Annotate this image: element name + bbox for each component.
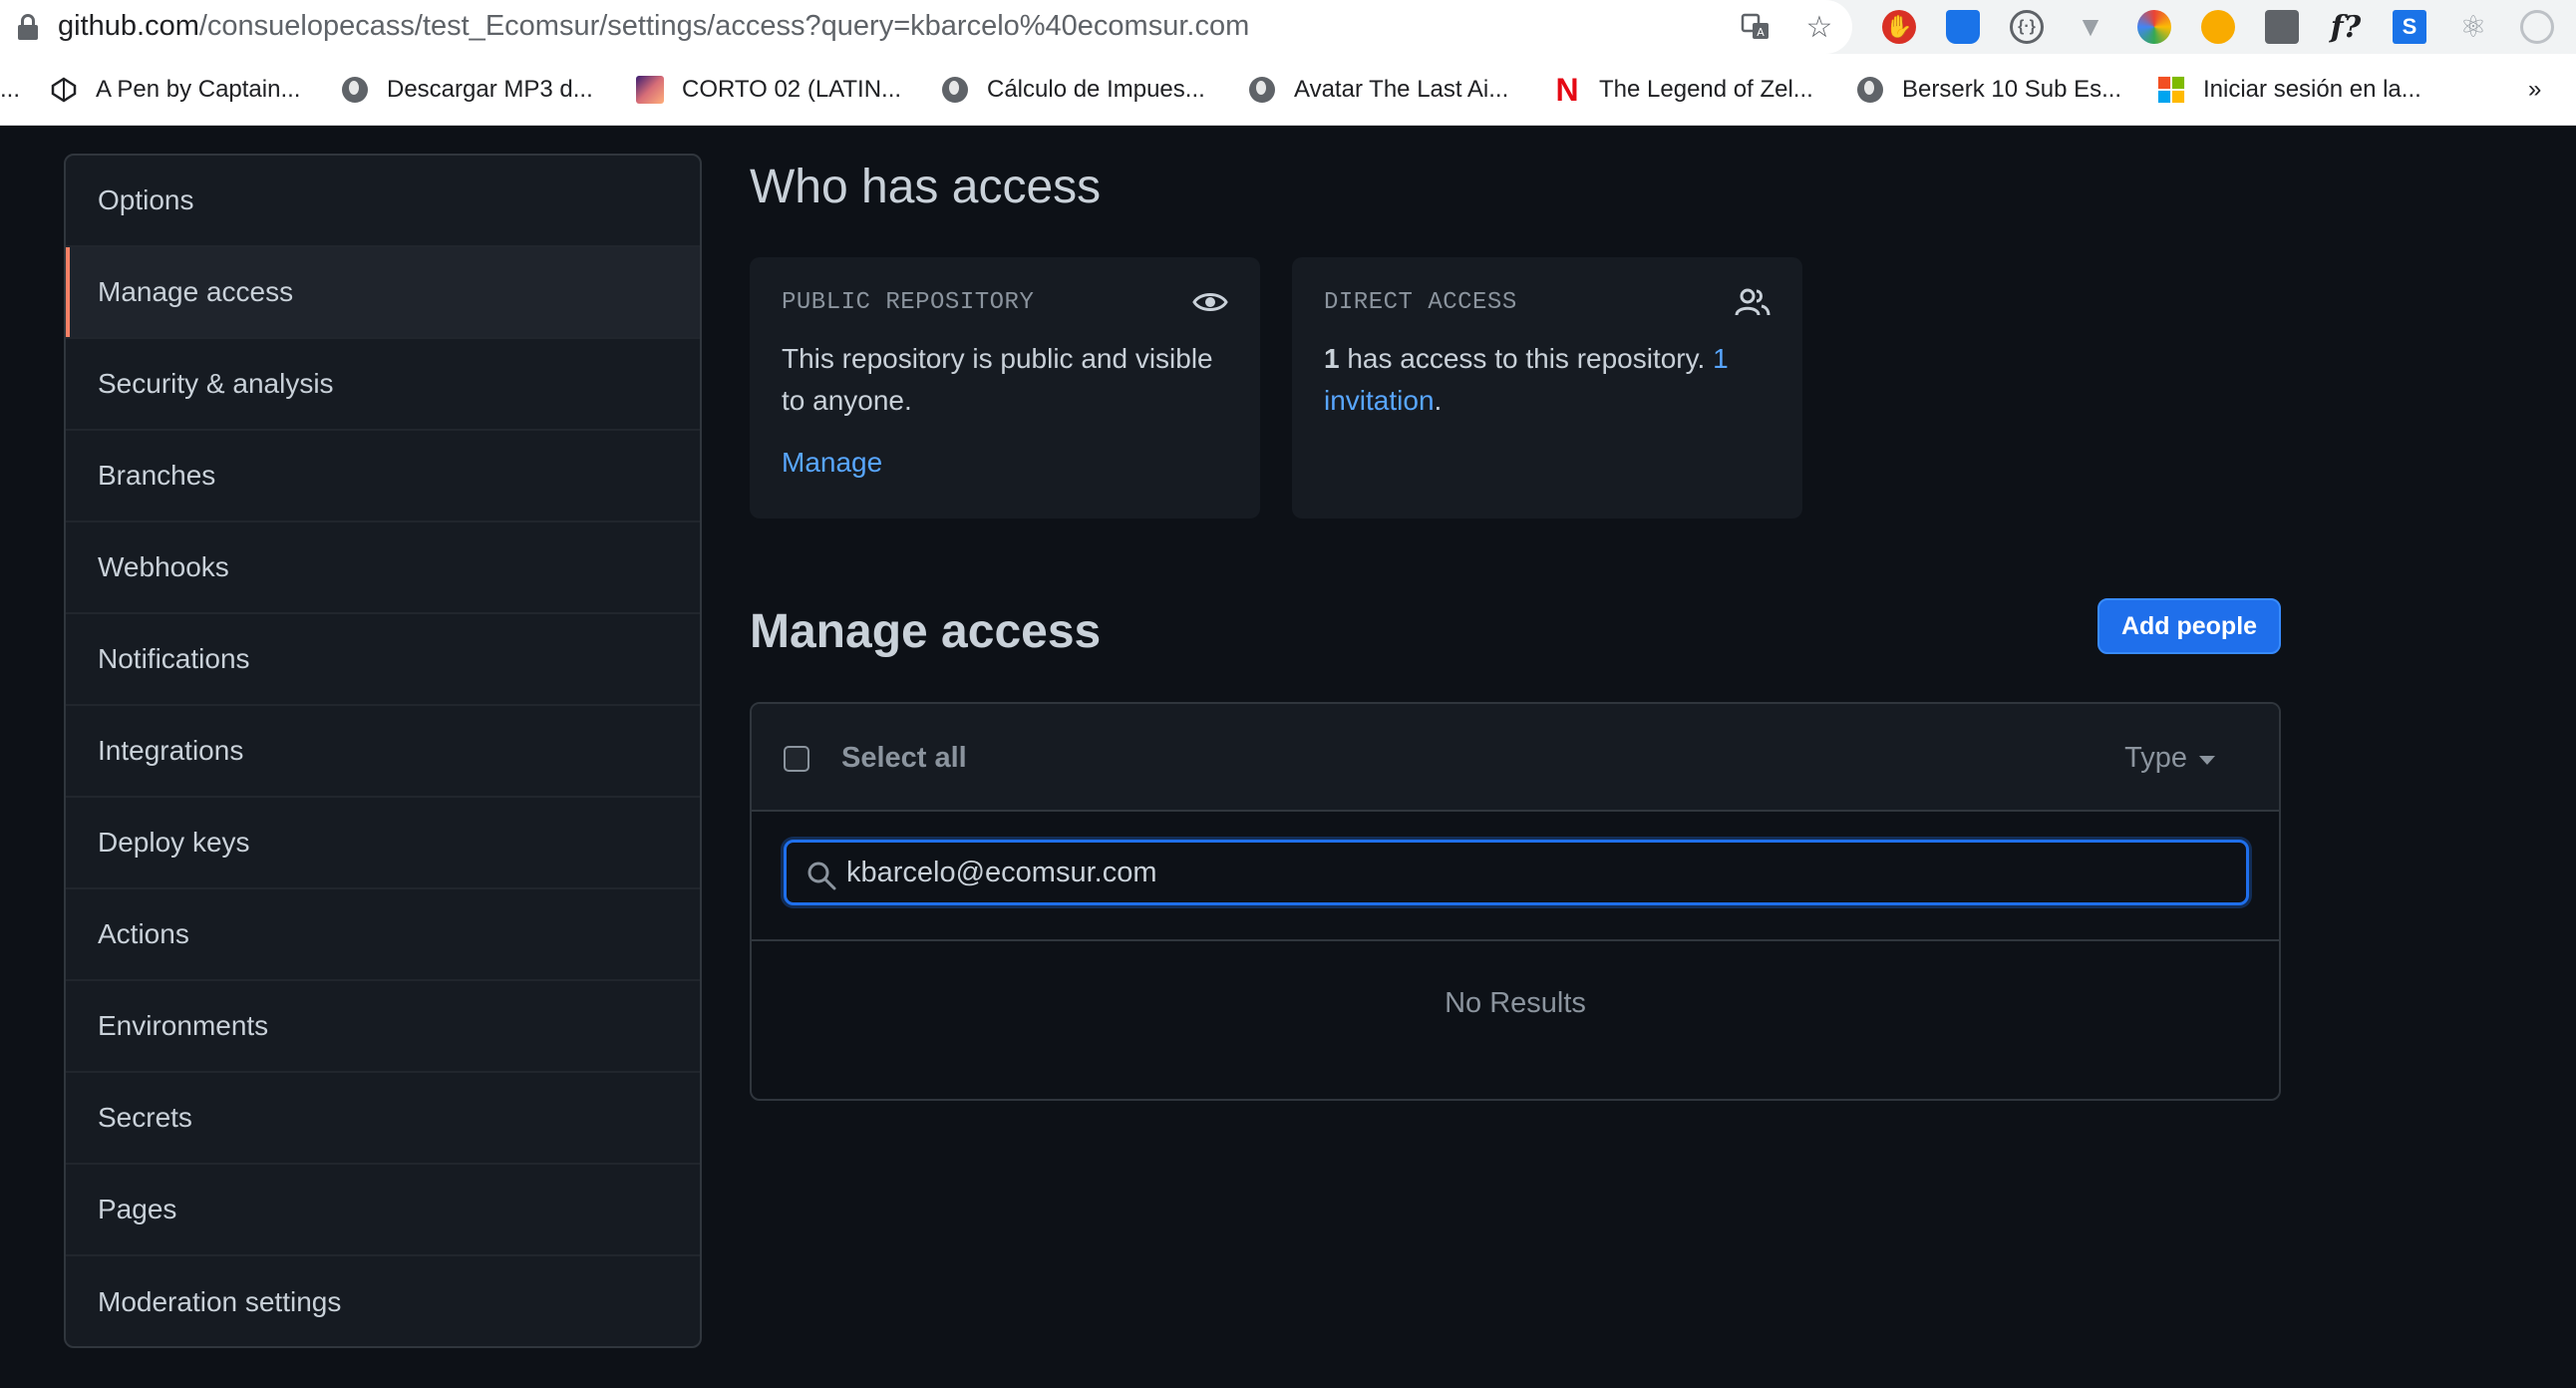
codepen-icon [50,76,78,104]
sidebar-item-label: Deploy keys [98,827,250,858]
bookmark-fragment[interactable]: ... [0,72,20,108]
sidebar-item-label: Manage access [98,276,294,307]
bookmarks-overflow-button[interactable]: » [2528,72,2541,108]
sidebar-item-label: Environments [98,1010,269,1041]
bookmarks-bar: ... A Pen by Captain... Descargar MP3 d.… [0,54,2576,126]
json-extension-icon[interactable]: {·} [2010,10,2044,44]
sidebar-item-webhooks[interactable]: Webhooks [66,522,700,614]
color-picker-extension-icon[interactable] [2137,10,2171,44]
sidebar-item-label: Pages [98,1194,177,1224]
access-list-header: Select all Type [752,704,2279,812]
netflix-icon: N [1555,71,1579,108]
settings-sidebar: Options Manage access Security & analysi… [64,154,702,1348]
sidebar-item-label: Webhooks [98,551,229,582]
bucket-extension-icon[interactable] [1946,10,1980,44]
address-bar[interactable]: github.com/consuelopecass/test_Ecomsur/s… [0,0,1852,54]
type-filter-dropdown[interactable]: Type [2124,742,2215,775]
sidebar-item-secrets[interactable]: Secrets [66,1073,700,1165]
select-all-checkbox[interactable] [784,746,809,772]
search-row [752,812,2279,941]
people-icon [1735,288,1771,316]
globe-icon [341,76,369,104]
sidebar-item-actions[interactable]: Actions [66,889,700,981]
globe-icon [941,76,969,104]
adblock-extension-icon[interactable]: ✋ [1882,10,1916,44]
globe-icon [1248,76,1276,104]
public-repository-card: PUBLIC REPOSITORY This repository is pub… [750,257,1260,519]
sidebar-item-options[interactable]: Options [66,156,700,247]
sidebar-item-label: Branches [98,460,216,491]
font-extension-icon[interactable]: f? [2329,10,2363,45]
access-list-box: Select all Type No Results [750,702,2281,1101]
bookmark-item[interactable]: Avatar The Last Ai... [1248,72,1508,108]
sidebar-item-deploy-keys[interactable]: Deploy keys [66,798,700,889]
bookmark-item[interactable]: Berserk 10 Sub Es... [1856,72,2121,108]
direct-access-description: 1 has access to this repository. 1 invit… [1324,343,1729,416]
url-text[interactable]: github.com/consuelopecass/test_Ecomsur/s… [58,10,1249,43]
direct-access-card: DIRECT ACCESS 1 has access to this repos… [1292,257,1802,519]
sidebar-item-label: Actions [98,918,189,949]
public-repository-description: This repository is public and visible to… [782,343,1213,416]
svg-text:A: A [1757,26,1765,39]
select-all-label[interactable]: Select all [841,742,967,775]
add-people-button[interactable]: Add people [2097,598,2281,654]
caret-down-icon [2199,756,2215,765]
browser-toolbar: github.com/consuelopecass/test_Ecomsur/s… [0,0,2576,54]
sidebar-item-label: Security & analysis [98,368,334,399]
bookmark-item[interactable]: Iniciar sesión en la... [2157,72,2421,108]
sidebar-item-label: Secrets [98,1102,192,1133]
bookmark-item[interactable]: A Pen by Captain... [50,72,300,108]
sidebar-item-moderation-settings[interactable]: Moderation settings [66,1256,700,1346]
bookmark-item[interactable]: CORTO 02 (LATIN... [636,72,901,108]
type-filter-label: Type [2124,742,2187,774]
manage-access-heading: Manage access [750,605,1102,658]
bookmark-item[interactable]: Cálculo de Impues... [941,72,1205,108]
bookmark-item[interactable]: Descargar MP3 d... [341,72,593,108]
translate-icon[interactable]: A [1739,10,1772,44]
no-results-message: No Results [1445,987,1586,1019]
sidebar-item-label: Moderation settings [98,1286,342,1317]
cookie-extension-icon[interactable] [2201,10,2235,44]
sidebar-item-pages[interactable]: Pages [66,1165,700,1256]
search-input[interactable] [846,853,2222,892]
sidebar-item-security-analysis[interactable]: Security & analysis [66,339,700,431]
sidebar-item-manage-access[interactable]: Manage access [66,247,700,339]
bookmark-star-icon[interactable]: ☆ [1802,10,1836,44]
s-extension-icon[interactable]: S [2393,10,2426,44]
globe-icon [1856,76,1884,104]
eye-icon [1192,293,1228,311]
search-field[interactable] [784,840,2249,905]
sidebar-item-integrations[interactable]: Integrations [66,706,700,798]
card-label: PUBLIC REPOSITORY [782,289,1035,316]
lock-icon[interactable] [17,14,39,40]
sidebar-item-label: Options [98,184,194,215]
sidebar-item-branches[interactable]: Branches [66,431,700,522]
vue-extension-icon[interactable]: ▼ [2074,10,2107,44]
microsoft-icon [2157,76,2185,104]
react-extension-icon[interactable]: ⚛ [2456,10,2490,44]
card-label: DIRECT ACCESS [1324,289,1517,316]
sidebar-item-label: Integrations [98,735,244,766]
search-icon [807,862,836,890]
profile-extension-icon[interactable] [2520,10,2554,44]
bookmark-item[interactable]: N The Legend of Zel... [1553,71,1812,108]
image-favicon [636,76,664,104]
who-has-access-heading: Who has access [750,161,1102,213]
manage-visibility-link[interactable]: Manage [782,447,882,479]
sidebar-item-notifications[interactable]: Notifications [66,614,700,706]
sidebar-item-environments[interactable]: Environments [66,981,700,1073]
sidebar-item-label: Notifications [98,643,250,674]
battery-extension-icon[interactable] [2265,10,2299,44]
